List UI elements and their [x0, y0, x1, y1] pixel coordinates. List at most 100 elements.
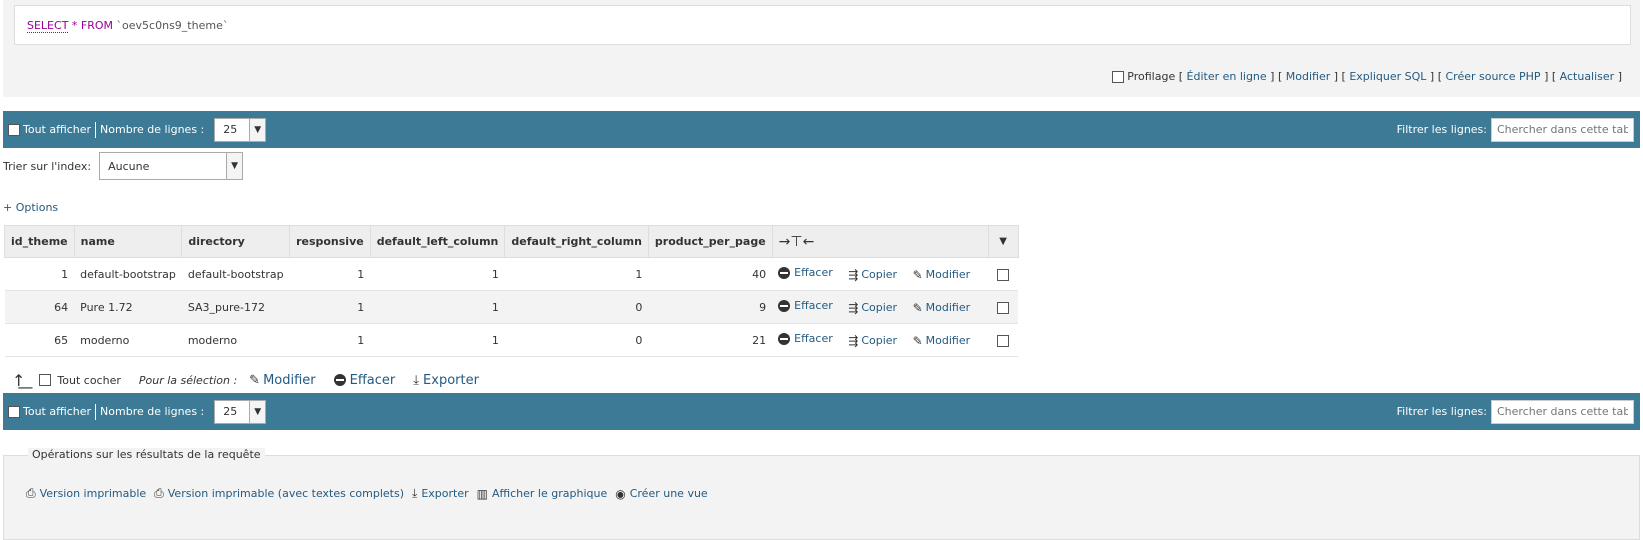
column-header-directory[interactable]: directory — [181, 225, 291, 258]
rows-count-label: Nombre de lignes : — [100, 123, 205, 136]
row-checkbox[interactable] — [997, 301, 1010, 314]
row-actions: Effacer ⇶ Copier ✎ Modifier — [772, 257, 989, 291]
cell-product-per-page[interactable]: 40 — [648, 257, 773, 291]
rows-count-select[interactable]: 25 ▼ — [214, 399, 267, 424]
cell-name[interactable]: default-bootstrap — [74, 257, 182, 291]
cell-id-theme[interactable]: 65 — [4, 323, 75, 357]
selection-export-button[interactable]: ⤓ Exporter — [413, 373, 479, 388]
sql-keyword-select[interactable]: SELECT — [27, 19, 69, 33]
display-chart-link[interactable]: ▥ Afficher le graphique — [477, 487, 608, 501]
create-view-link[interactable]: ◉ Créer une vue — [615, 487, 707, 501]
filter-rows-input[interactable] — [1491, 399, 1634, 424]
delete-row-button[interactable]: Effacer — [778, 299, 833, 312]
show-all-checkbox[interactable] — [8, 405, 20, 418]
cell-default-left-column[interactable]: 1 — [370, 290, 505, 324]
cell-responsive[interactable]: 1 — [289, 257, 371, 291]
filter-rows-input[interactable] — [1491, 117, 1634, 142]
column-header-default-left-column[interactable]: default_left_column — [369, 225, 506, 258]
cell-directory[interactable]: default-bootstrap — [181, 257, 290, 291]
check-all-control[interactable]: Tout cocher — [39, 374, 121, 387]
copy-row-button[interactable]: ⇶ Copier — [848, 334, 897, 348]
delete-label: Effacer — [794, 266, 833, 280]
query-results-operations: Opérations sur les résultats de la requê… — [3, 448, 1640, 540]
edit-label: Modifier — [925, 268, 971, 282]
edit-inline-link[interactable]: Éditer en ligne — [1187, 70, 1267, 83]
copy-icon: ⇶ — [848, 333, 859, 348]
cell-responsive[interactable]: 1 — [289, 323, 371, 357]
table-row: 1 default-bootstrap default-bootstrap 1 … — [4, 257, 1019, 291]
cell-default-left-column[interactable]: 1 — [370, 323, 505, 357]
delete-icon — [778, 332, 791, 345]
cell-responsive[interactable]: 1 — [289, 290, 371, 324]
cell-directory[interactable]: SA3_pure-172 — [181, 290, 290, 324]
column-header-product-per-page[interactable]: product_per_page — [647, 225, 773, 258]
pencil-icon: ✎ — [912, 300, 923, 315]
row-checkbox-cell — [988, 257, 1019, 291]
rows-count-select[interactable]: 25 ▼ — [214, 117, 267, 142]
delete-row-button[interactable]: Effacer — [778, 332, 833, 345]
columns-menu-icon[interactable]: ▼ — [987, 225, 1019, 258]
sql-query-text: SELECT * FROM `oev5c0ns9_theme` — [27, 19, 229, 33]
column-header-default-right-column[interactable]: default_right_column — [504, 225, 649, 258]
bar-chart-icon: ▥ — [476, 486, 488, 501]
chevron-down-icon: ▼ — [249, 118, 266, 141]
cell-id-theme[interactable]: 1 — [4, 257, 75, 291]
selection-edit-button[interactable]: ✎ Modifier — [249, 373, 315, 388]
export-icon: ⤓ — [412, 486, 418, 500]
print-view-full-label: Version imprimable (avec textes complets… — [167, 487, 404, 500]
show-all-label: Tout afficher — [23, 123, 92, 136]
cell-default-right-column[interactable]: 0 — [504, 323, 649, 357]
cell-directory[interactable]: moderno — [181, 323, 290, 357]
delete-row-button[interactable]: Effacer — [778, 266, 833, 279]
row-checkbox[interactable] — [997, 334, 1010, 347]
cell-id-theme[interactable]: 64 — [4, 290, 75, 324]
chevron-down-icon: ▼ — [249, 400, 266, 423]
explain-sql-link[interactable]: Expliquer SQL — [1349, 70, 1426, 83]
copy-row-button[interactable]: ⇶ Copier — [848, 301, 897, 315]
copy-icon: ⇶ — [848, 267, 859, 282]
column-header-responsive[interactable]: responsive — [289, 225, 371, 258]
show-all-checkbox[interactable] — [8, 123, 20, 136]
export-link[interactable]: ⤓ Exporter — [412, 486, 469, 501]
operations-legend: Opérations sur les résultats de la requê… — [28, 448, 265, 461]
row-checkbox-cell — [988, 290, 1019, 324]
display-chart-label: Afficher le graphique — [491, 487, 608, 500]
selection-delete-button[interactable]: Effacer — [333, 373, 395, 388]
column-toggle-header[interactable]: →⊤← — [771, 225, 989, 258]
sort-index-select[interactable]: Aucune ▼ — [99, 152, 244, 180]
sql-query-box[interactable]: SELECT * FROM `oev5c0ns9_theme` — [14, 5, 1631, 45]
copy-row-button[interactable]: ⇶ Copier — [848, 268, 897, 282]
operations-links: ⎙ Version imprimable ⎙ Version imprimable … — [26, 486, 716, 501]
sql-query-rest: * FROM — [71, 19, 114, 32]
rows-count-label: Nombre de lignes : — [100, 405, 205, 418]
cell-name[interactable]: moderno — [74, 323, 182, 357]
cell-default-right-column[interactable]: 0 — [504, 290, 649, 324]
check-all-checkbox[interactable] — [39, 374, 52, 386]
rows-count-value: 25 — [223, 123, 238, 136]
create-view-label: Créer une vue — [629, 487, 708, 500]
column-header-name[interactable]: name — [73, 225, 183, 258]
sql-table-name: `oev5c0ns9_theme` — [116, 19, 229, 32]
create-php-link[interactable]: Créer source PHP — [1445, 70, 1540, 83]
edit-query-link[interactable]: Modifier — [1286, 70, 1330, 83]
options-link[interactable]: + Options — [3, 201, 58, 214]
edit-row-button[interactable]: ✎ Modifier — [913, 301, 971, 315]
cell-name[interactable]: Pure 1.72 — [74, 290, 182, 324]
refresh-link[interactable]: Actualiser — [1560, 70, 1615, 83]
cell-product-per-page[interactable]: 21 — [648, 323, 773, 357]
edit-row-button[interactable]: ✎ Modifier — [913, 334, 971, 348]
print-view-link[interactable]: ⎙ Version imprimable — [26, 486, 146, 501]
profiling-checkbox[interactable] — [1112, 70, 1125, 83]
profiling-label: Profilage — [1127, 70, 1176, 83]
filter-rows-label: Filtrer les lignes: — [1396, 123, 1487, 136]
edit-row-button[interactable]: ✎ Modifier — [913, 268, 971, 282]
row-actions: Effacer ⇶ Copier ✎ Modifier — [772, 290, 989, 324]
bottom-navigation-bar: Tout afficher Nombre de lignes : 25 ▼ Fi… — [3, 393, 1640, 430]
selection-actions-bar: ↑͟ Tout cocher Pour la sélection : ✎ Modi… — [12, 368, 497, 392]
cell-default-left-column[interactable]: 1 — [370, 257, 505, 291]
cell-default-right-column[interactable]: 1 — [504, 257, 649, 291]
cell-product-per-page[interactable]: 9 — [648, 290, 773, 324]
row-checkbox[interactable] — [997, 268, 1010, 281]
column-header-id-theme[interactable]: id_theme — [4, 225, 75, 258]
print-view-full-link[interactable]: ⎙ Version imprimable (avec textes complet… — [154, 486, 404, 501]
